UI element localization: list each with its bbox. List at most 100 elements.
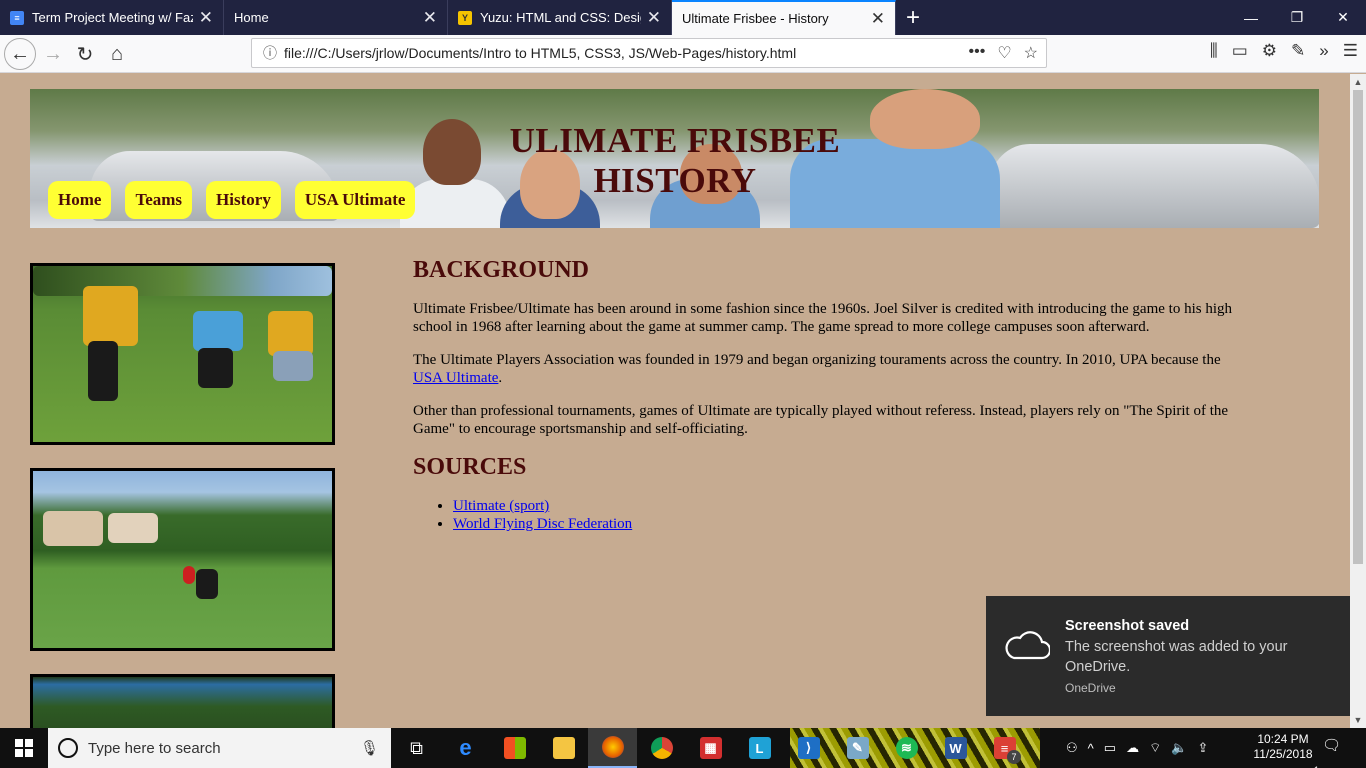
wifi-icon[interactable]: ⌔ (1149, 740, 1161, 756)
close-window-icon[interactable]: ✕ (1320, 0, 1366, 35)
close-tab-icon[interactable]: ✕ (871, 9, 885, 29)
photo-player-shape (198, 348, 233, 388)
sources-heading: SOURCES (413, 454, 527, 480)
close-tab-icon[interactable]: ✕ (423, 8, 437, 28)
store-icon[interactable] (490, 728, 539, 768)
eyedropper-icon[interactable]: ✎ (1291, 41, 1305, 61)
edge-icon[interactable]: e (441, 728, 490, 768)
toast-source: OneDrive (1065, 681, 1116, 695)
background-paragraph-2: The Ultimate Players Association was fou… (413, 351, 1243, 387)
clock-time: 10:24 PM (1257, 732, 1309, 746)
system-tray: ⚇ ^ ▭ ☁ ⌔ 🔈 ⇪ (1066, 728, 1208, 768)
google-docs-icon: ≡ (10, 10, 24, 25)
paragraph-text: . (498, 370, 503, 386)
overflow-chevron-icon[interactable]: » (1319, 41, 1328, 61)
nav-history-link[interactable]: History (206, 181, 281, 219)
scroll-up-icon[interactable]: ▲ (1350, 74, 1366, 90)
file-explorer-icon[interactable] (539, 728, 588, 768)
spotify-icon[interactable]: ≋ (882, 728, 931, 768)
tab-ultimate-history[interactable]: Ultimate Frisbee - History ✕ (672, 0, 896, 35)
back-button[interactable]: ← (4, 38, 36, 70)
close-tab-icon[interactable]: ✕ (647, 8, 661, 28)
page-actions-icon[interactable]: ••• (969, 43, 986, 63)
background-paragraph-3: Other than professional tournaments, gam… (413, 403, 1229, 437)
sidebar-icon[interactable]: ▭ (1232, 41, 1248, 61)
taskbar-clock[interactable]: 10:24 PM 11/25/2018 (1248, 732, 1318, 762)
minimize-icon[interactable]: — (1228, 0, 1274, 35)
mendeley-icon[interactable]: ▦ (686, 728, 735, 768)
yuzu-icon: Y (458, 10, 472, 25)
scroll-down-icon[interactable]: ▼ (1350, 712, 1366, 728)
banner-car-shape (990, 144, 1319, 228)
volume-icon[interactable]: 🔈 (1171, 740, 1187, 756)
tab-title: Ultimate Frisbee - History (682, 11, 829, 26)
task-view-icon[interactable]: ⧉ (392, 728, 441, 768)
toast-message: The screenshot was added to your OneDriv… (1065, 639, 1288, 675)
background-heading: BACKGROUND (413, 257, 590, 283)
people-icon[interactable]: ⚇ (1066, 740, 1078, 756)
nav-teams-link[interactable]: Teams (125, 181, 193, 219)
word-icon[interactable]: W (931, 728, 980, 768)
onedrive-tray-icon[interactable]: ☁ (1126, 740, 1139, 756)
photo-player-shape (268, 311, 313, 356)
windows-taskbar: Type here to search 🎙 ⧉ e ▦ L ⟩ ✎ ≋ W ≡ 7… (0, 728, 1366, 768)
page-title: ULIMATE FRISBEE HISTORY (509, 121, 841, 200)
notes-icon[interactable]: ✎ (833, 728, 882, 768)
ultimate-game-photo-2 (30, 468, 335, 651)
windows-logo-icon (15, 739, 33, 757)
firefox-icon[interactable] (588, 728, 637, 768)
library-icon[interactable]: ⫼ (1210, 41, 1218, 61)
search-placeholder: Type here to search (88, 739, 221, 757)
close-tab-icon[interactable]: ✕ (199, 8, 213, 28)
pocket-icon[interactable]: ♡ (997, 43, 1011, 63)
vscode-icon[interactable]: ⟩ (784, 728, 833, 768)
restore-icon[interactable]: ❐ (1274, 0, 1320, 35)
source-link-wfdf[interactable]: World Flying Disc Federation (453, 516, 632, 532)
todoist-badge: 7 (1007, 750, 1021, 764)
nav-home-link[interactable]: Home (48, 181, 112, 219)
bookmark-star-icon[interactable]: ☆ (1024, 43, 1038, 63)
tab-term-project[interactable]: ≡ Term Project Meeting w/ Fazil T ✕ (0, 0, 224, 35)
extension-icon[interactable]: ⚙ (1262, 41, 1277, 61)
onedrive-cloud-icon (1005, 631, 1050, 660)
list-item: World Flying Disc Federation (453, 515, 1243, 533)
list-item: Ultimate (sport) (453, 497, 1243, 515)
ultimate-game-photo-3 (30, 674, 335, 728)
tab-yuzu[interactable]: Y Yuzu: HTML and CSS: Design a ✕ (448, 0, 672, 35)
photo-background-trees (33, 266, 332, 296)
ultimate-game-photo-1 (30, 263, 335, 445)
taskbar-search[interactable]: Type here to search 🎙 (48, 728, 391, 768)
battery-icon[interactable]: ▭ (1104, 740, 1116, 756)
forward-button[interactable]: → (38, 39, 68, 69)
nav-usa-ultimate-link[interactable]: USA Ultimate (294, 181, 416, 219)
menu-icon[interactable]: ☰ (1343, 41, 1358, 61)
address-bar[interactable]: ⓘ file:///C:/Users/jrlow/Documents/Intro… (251, 38, 1047, 68)
screenshot-toast[interactable]: Screenshot saved The screenshot was adde… (986, 596, 1350, 716)
paragraph-text: The Ultimate Players Association was fou… (413, 352, 1221, 368)
chrome-icon[interactable] (637, 728, 686, 768)
action-center-icon[interactable]: 🗨1 (1314, 736, 1344, 768)
photo-player-shape (183, 566, 195, 584)
source-link-ultimate-sport[interactable]: Ultimate (sport) (453, 498, 549, 514)
vertical-scrollbar[interactable]: ▲ ▼ (1350, 74, 1366, 728)
scrollbar-thumb[interactable] (1353, 90, 1363, 564)
cortana-icon (58, 738, 78, 758)
microphone-icon[interactable]: 🎙 (360, 739, 379, 757)
todoist-icon[interactable]: ≡ 7 (980, 728, 1029, 768)
reload-button[interactable]: ↻ (70, 39, 100, 69)
tab-title: Home (234, 10, 269, 25)
home-button[interactable]: ⌂ (102, 39, 132, 69)
taskbar-apps: ⧉ e ▦ L ⟩ ✎ ≋ W ≡ 7 (392, 728, 1029, 768)
start-button[interactable] (0, 728, 48, 768)
tab-home[interactable]: Home ✕ (224, 0, 448, 35)
onedrive-upload-icon[interactable]: ⇪ (1197, 740, 1208, 756)
photo-player-shape (193, 311, 243, 351)
url-text[interactable]: file:///C:/Users/jrlow/Documents/Intro t… (284, 45, 969, 61)
window-controls: — ❐ ✕ (1228, 0, 1366, 35)
usa-ultimate-link[interactable]: USA Ultimate (413, 370, 498, 386)
info-icon[interactable]: ⓘ (258, 43, 282, 63)
lync-icon[interactable]: L (735, 728, 784, 768)
show-hidden-icons-chevron-icon[interactable]: ^ (1088, 741, 1094, 756)
photo-house-shape (43, 511, 103, 546)
new-tab-button[interactable]: + (896, 0, 930, 35)
